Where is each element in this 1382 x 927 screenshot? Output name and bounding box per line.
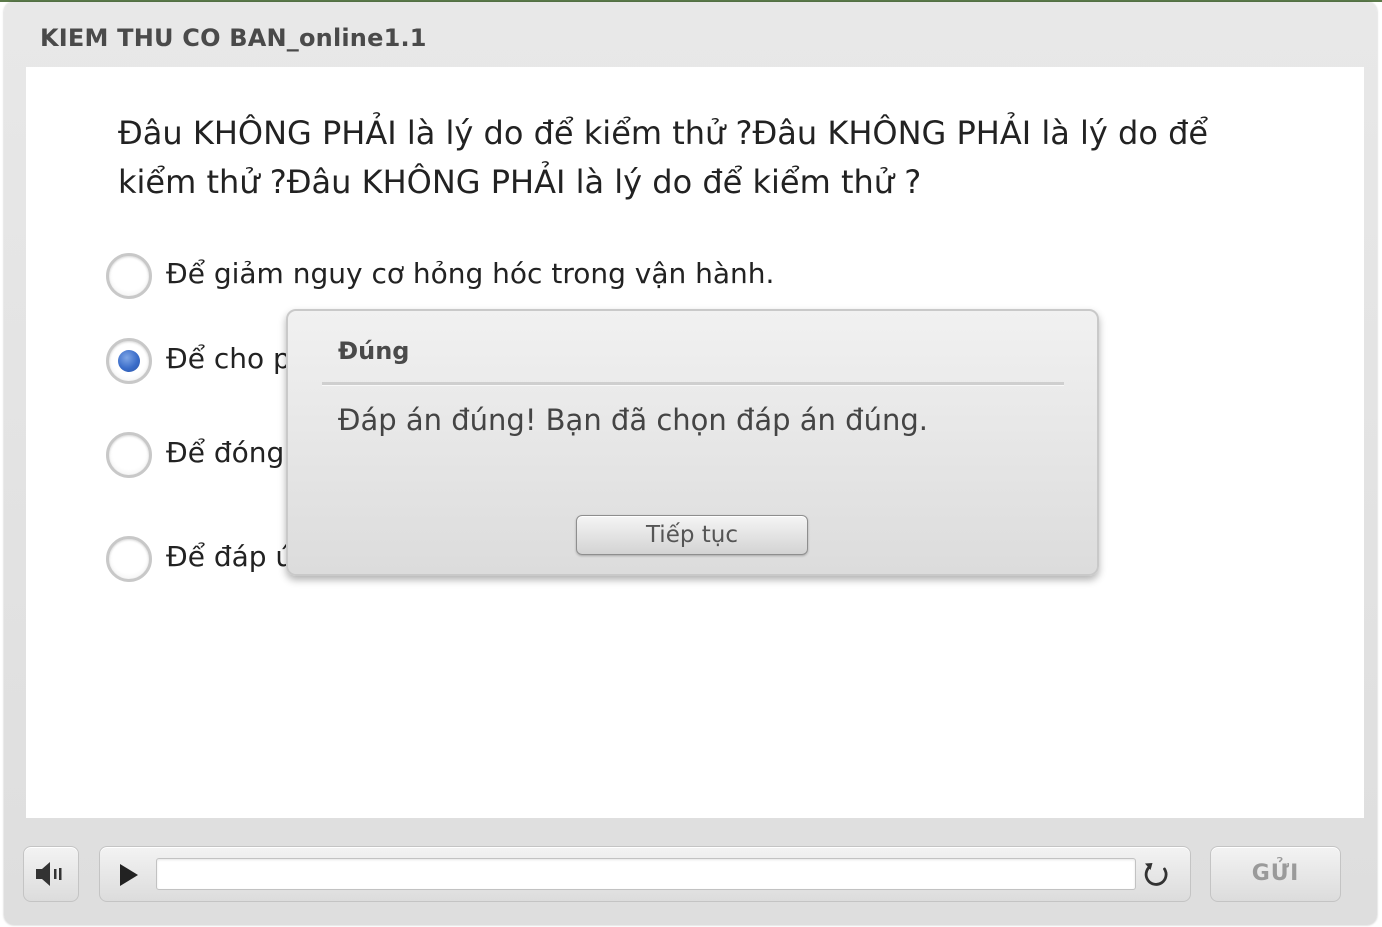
question-text: Đâu KHÔNG PHẢI là lý do để kiểm thử ?Đâu… [118,114,1209,201]
answer-label: Để cho p [166,342,291,375]
submit-label: GỬI [1251,861,1300,886]
dialog-title: Đúng [338,337,410,365]
dialog-divider [322,382,1064,386]
player-toolbar: GỬI [4,830,1377,920]
play-icon[interactable] [120,864,138,886]
volume-icon [36,862,62,886]
answer-label: Để đáp ú [166,540,294,573]
radio-button[interactable] [106,253,152,299]
progress-bar[interactable] [156,858,1136,890]
answer-label: Để đóng [166,436,285,469]
continue-label: Tiếp tục [645,522,739,548]
radio-button-selected[interactable] [106,338,152,384]
radio-button[interactable] [106,536,152,582]
answer-option-1[interactable]: Để giảm nguy cơ hỏng hóc trong vận hành. [106,253,1206,303]
answer-label: Để giảm nguy cơ hỏng hóc trong vận hành. [166,257,775,290]
volume-button[interactable] [23,846,79,902]
submit-button[interactable]: GỬI [1210,846,1341,902]
app-title: KIEM THU CO BAN_online1.1 [40,24,427,52]
radio-button[interactable] [106,432,152,478]
media-player [99,846,1191,902]
continue-button[interactable]: Tiếp tục [576,515,808,555]
dialog-message: Đáp án đúng! Bạn đã chọn đáp án đúng. [338,403,928,437]
replay-icon[interactable] [1142,859,1172,889]
feedback-dialog: Đúng Đáp án đúng! Bạn đã chọn đáp án đún… [286,309,1099,576]
